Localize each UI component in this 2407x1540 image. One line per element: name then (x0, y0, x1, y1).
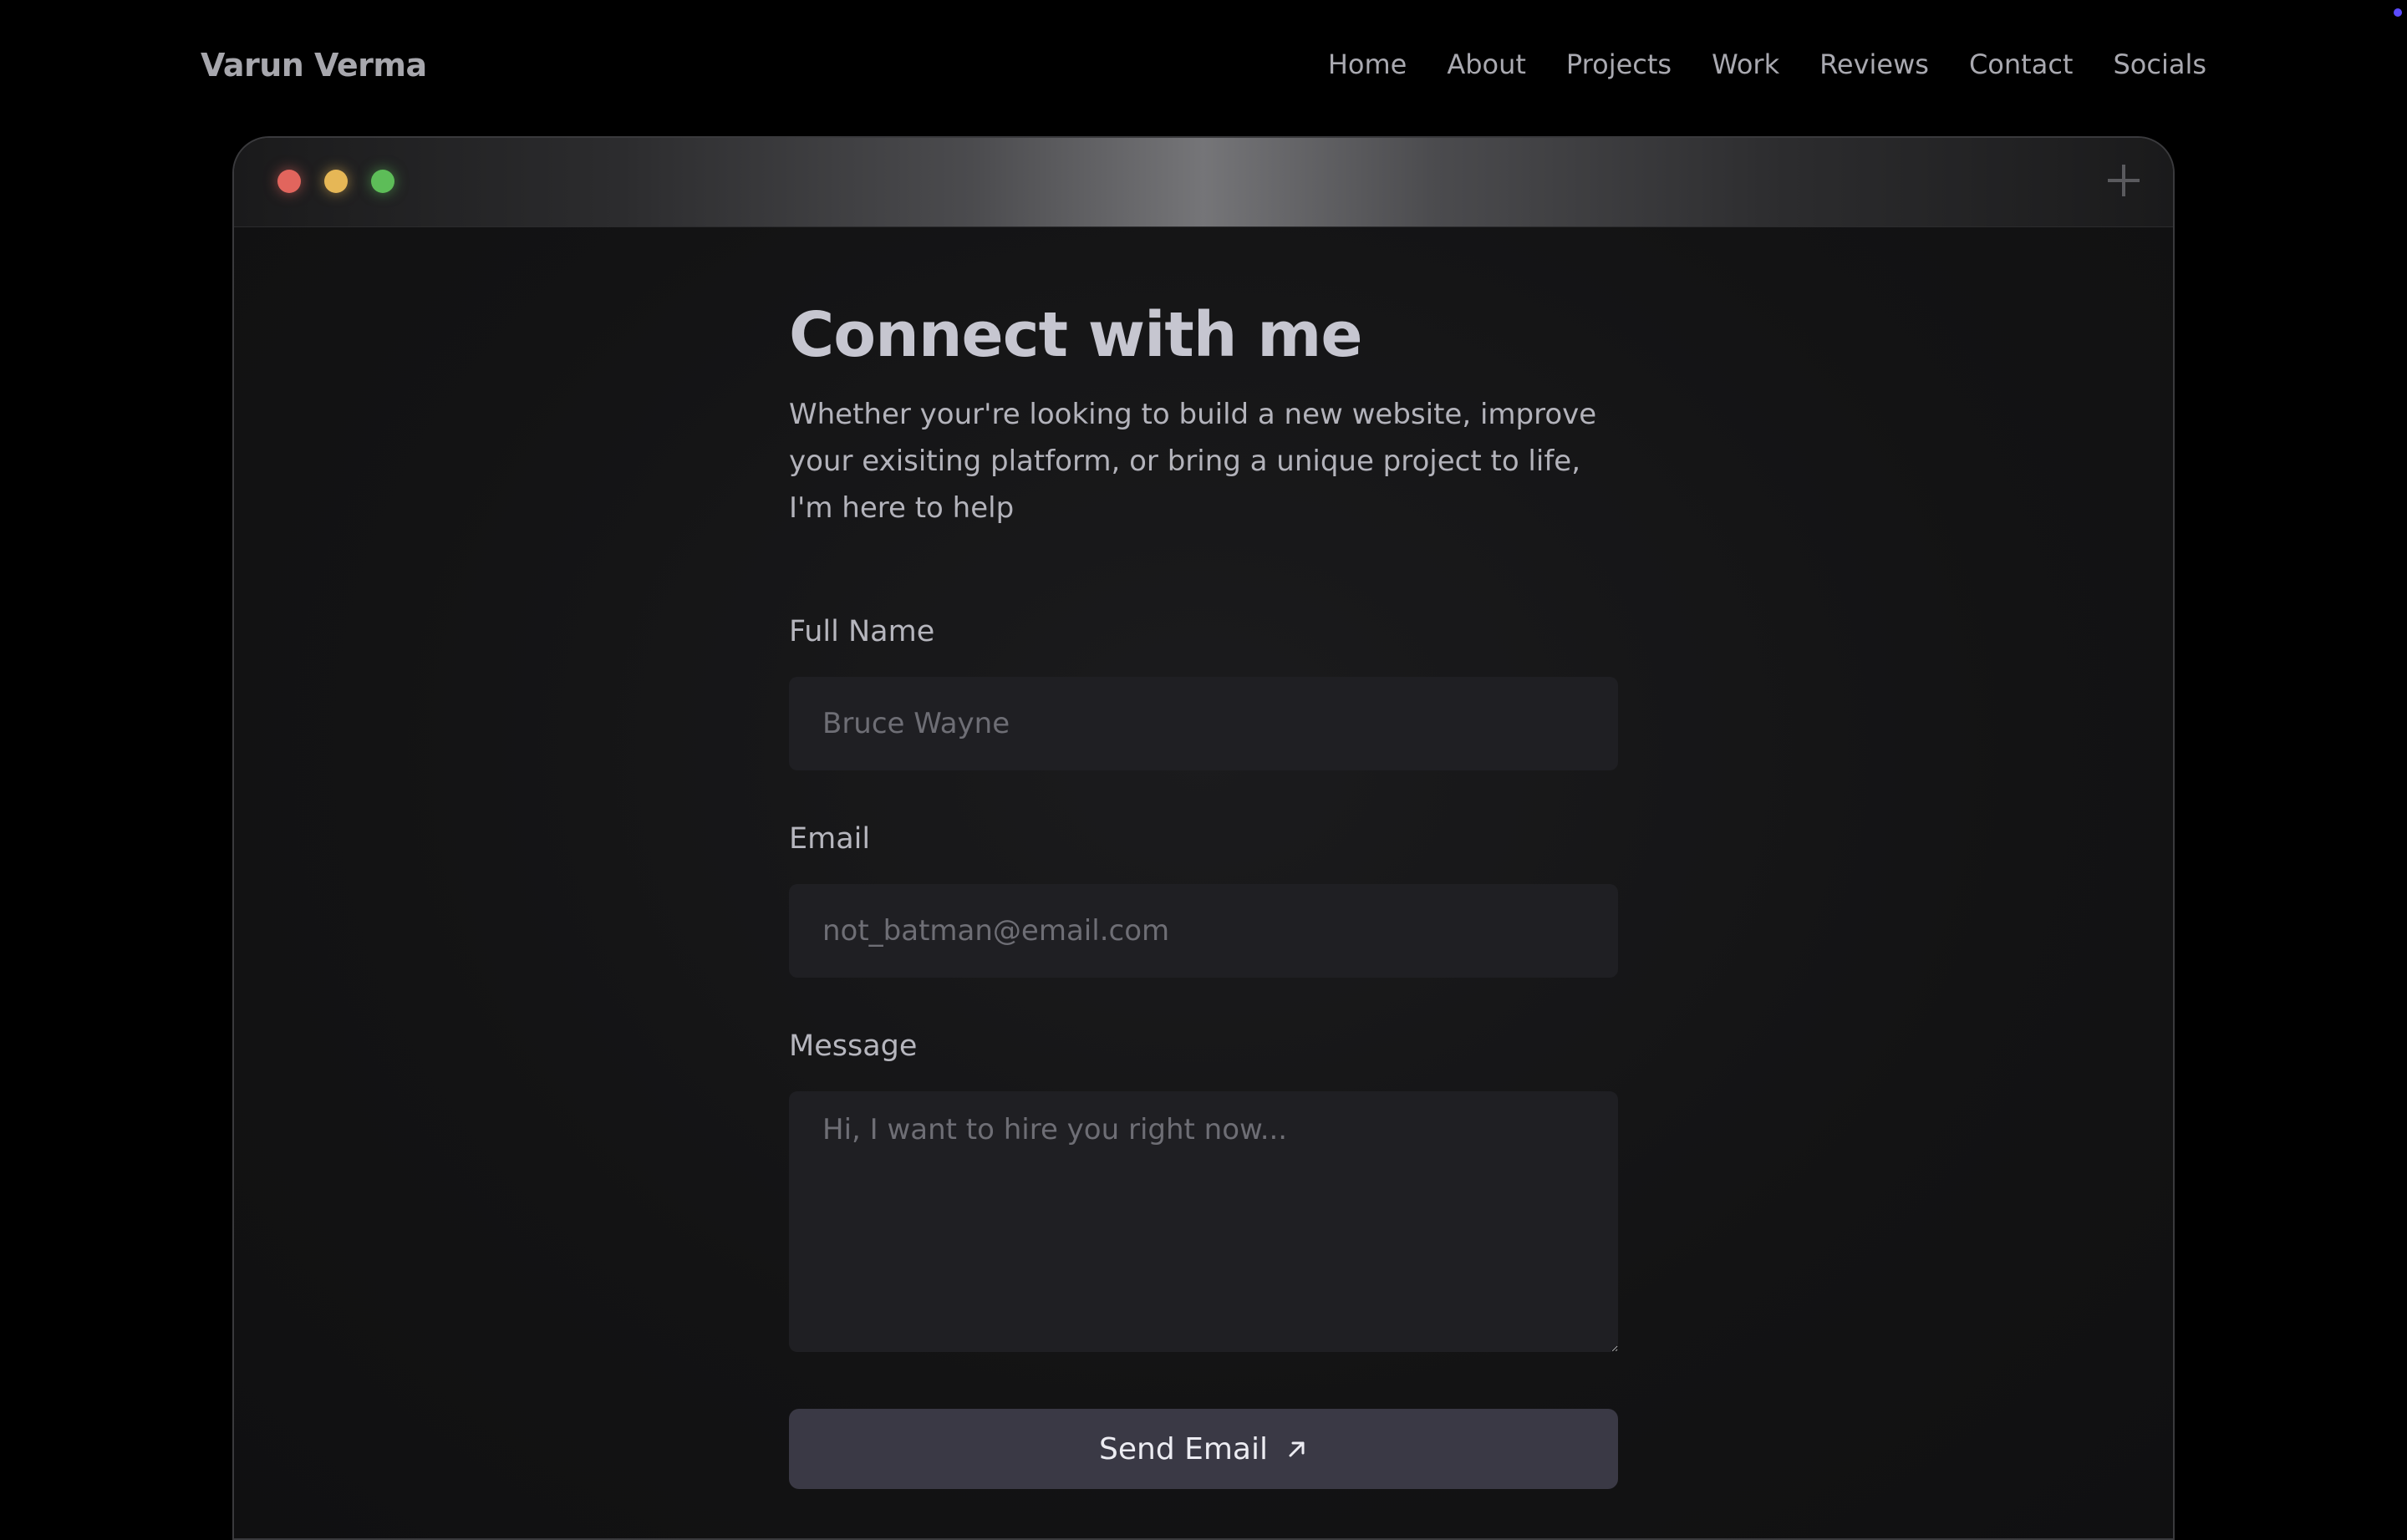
nav-link-contact[interactable]: Contact (1969, 48, 2074, 80)
page-title: Connect with me (789, 299, 1363, 371)
full-name-label: Full Name (789, 615, 935, 648)
nav-link-socials[interactable]: Socials (2113, 48, 2206, 80)
brand-name[interactable]: Varun Verma (201, 47, 427, 84)
nav-link-home[interactable]: Home (1328, 48, 1407, 80)
top-navigation: Varun Verma Home About Projects Work Rev… (0, 0, 2407, 134)
message-label: Message (789, 1029, 918, 1063)
email-label: Email (789, 822, 871, 856)
page-subtitle: Whether your're looking to build a new w… (789, 398, 1597, 525)
plus-icon[interactable] (2104, 161, 2143, 200)
nav-link-projects[interactable]: Projects (1566, 48, 1672, 80)
minimize-window-dot[interactable] (324, 170, 348, 193)
nav-link-reviews[interactable]: Reviews (1819, 48, 1929, 80)
window-titlebar (234, 138, 2173, 227)
nav-link-about[interactable]: About (1447, 48, 1526, 80)
message-textarea[interactable] (789, 1091, 1618, 1352)
close-window-dot[interactable] (277, 170, 301, 193)
email-input[interactable] (789, 884, 1618, 978)
nav-link-work[interactable]: Work (1712, 48, 1779, 80)
maximize-window-dot[interactable] (371, 170, 394, 193)
full-name-input[interactable] (789, 677, 1618, 770)
arrow-up-right-icon (1289, 1441, 1305, 1457)
nav-links: Home About Projects Work Reviews Contact… (1328, 48, 2206, 80)
corner-indicator-dot (2394, 8, 2402, 17)
send-email-button[interactable]: Send Email (789, 1409, 1618, 1489)
send-email-label: Send Email (1099, 1431, 1268, 1466)
